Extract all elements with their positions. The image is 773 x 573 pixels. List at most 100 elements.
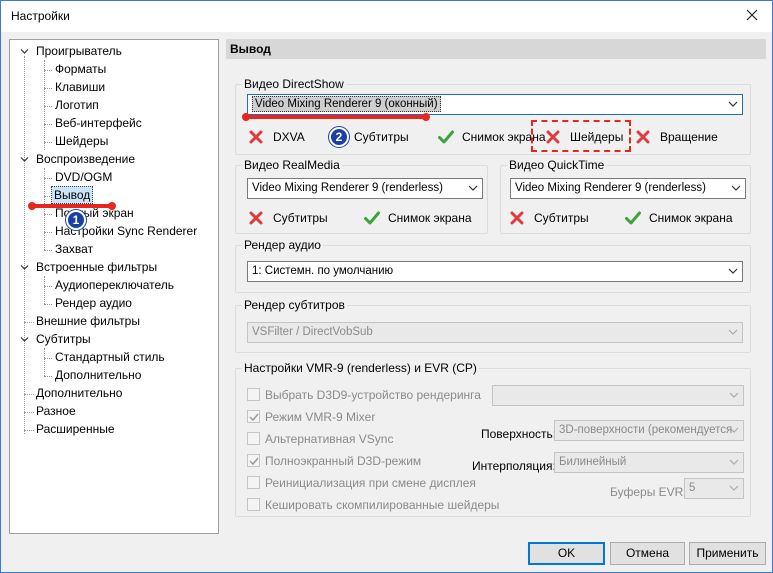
quicktime-renderer-value: Video Mixing Renderer 9 (renderless) [515,182,706,194]
tree-item-web-interface[interactable]: Веб-интерфейс [53,114,144,132]
tree-connector [44,286,52,287]
chevron-down-icon [729,392,739,398]
tree-item-logo[interactable]: Логотип [53,96,101,114]
realmedia-group-label: Видео RealMedia [242,158,342,172]
tree-connector [24,412,34,413]
annotation-badge-1: 1 [66,210,86,230]
directshow-renderer-select[interactable]: Video Mixing Renderer 9 (оконный) [247,94,743,115]
tree-connector [44,88,52,89]
chevron-down-icon[interactable] [20,155,29,164]
chevron-down-icon[interactable] [20,263,29,272]
fullscreen-d3d-label: Полноэкранный D3D-режим [265,454,422,468]
chevron-down-icon [728,329,738,335]
apply-button[interactable]: Применить [689,542,766,565]
tree-item-default-style[interactable]: Стандартный стиль [53,348,167,366]
tree-item-shaders[interactable]: Шейдеры [53,132,110,150]
checkbox-box [247,388,260,401]
chevron-down-icon[interactable] [20,335,29,344]
tree-connector [44,142,52,143]
checkmark-icon [249,413,259,422]
cache-shaders-checkbox[interactable]: Кешировать скомпилированные шейдеры [247,498,499,512]
tree-connector [44,70,52,71]
chevron-down-icon [729,459,739,465]
vmr-settings-group-label: Настройки VMR-9 (renderless) и EVR (CP) [242,361,479,375]
checkbox-box [247,498,260,511]
quicktime-feature-screenshot-label: Снимок экрана [649,211,733,225]
cross-icon [636,130,650,144]
checkbox-box [247,476,260,489]
fullscreen-d3d-checkbox[interactable]: Полноэкранный D3D-режим [247,454,477,468]
tree-item-playback[interactable]: Воспроизведение [34,150,137,168]
tree-item-capture[interactable]: Захват [53,240,95,258]
cross-icon [510,211,524,225]
realmedia-group: Видео RealMedia Video Mixing Renderer 9 … [235,158,488,234]
subtitle-renderer-group-label: Рендер субтитров [242,298,347,312]
tree-item-extended[interactable]: Расширенные [34,420,117,438]
feature-dxva: DXVA [249,129,329,145]
tree-item-audio-renderer[interactable]: Рендер аудио [53,294,134,312]
chevron-down-icon [731,185,741,191]
tree-item-internal-filters[interactable]: Встроенные фильтры [34,258,159,276]
tree-item-dvd-ogm[interactable]: DVD/OGM [53,168,114,186]
annotation-underline-renderer [242,113,430,121]
tree-item-output[interactable]: Вывод [51,186,94,204]
tree-connector [44,214,52,215]
feature-rotation: Вращение [636,129,736,145]
tree-item-subtitles[interactable]: Субтитры [34,330,93,348]
cross-icon [249,211,263,225]
chevron-down-icon [728,268,738,274]
quicktime-group: Видео QuickTime Video Mixing Renderer 9 … [500,158,751,234]
alt-vsync-checkbox[interactable]: Альтернативная VSync [247,432,477,446]
d3d9-device-select[interactable] [492,385,744,406]
vmr9-mixer-checkbox[interactable]: Режим VMR-9 Mixer [247,410,477,424]
tree-item-advanced[interactable]: Дополнительно [34,384,124,402]
quicktime-feature-subtitles: Субтитры [510,210,610,226]
subtitle-renderer-select[interactable]: VSFilter / DirectVobSub [247,322,743,343]
realmedia-feature-screenshot-label: Снимок экрана [388,211,472,225]
quicktime-renderer-select[interactable]: Video Mixing Renderer 9 (renderless) [510,178,746,199]
interpolation-select[interactable]: Билинейный [554,452,744,473]
tree-item-external-filters[interactable]: Внешние фильтры [34,312,142,330]
feature-subtitles-label: Субтитры [354,130,409,144]
tree-item-player[interactable]: Проигрыватель [34,42,124,60]
cancel-button[interactable]: Отмена [610,542,685,565]
tree-connector [24,430,34,431]
window-title: Настройки [11,9,70,23]
settings-window: Настройки Проигрыватель Форматы Клавиши … [0,0,773,573]
tree-connector [44,168,45,250]
tree-item-misc[interactable]: Разное [34,402,78,420]
d3d9-device-checkbox[interactable]: Выбрать D3D9-устройство рендеринга [247,388,481,402]
d3d9-device-label: Выбрать D3D9-устройство рендеринга [265,388,481,402]
realmedia-renderer-value: Video Mixing Renderer 9 (renderless) [252,182,443,194]
annotation-underline-tree [28,202,116,210]
feature-rotation-label: Вращение [660,130,718,144]
checkmark-icon [625,211,641,225]
interpolation-label: Интерполяция: [472,459,556,473]
close-button[interactable] [744,7,760,23]
tree-connector [44,276,45,304]
tree-connector [44,60,45,150]
tree-item-keys[interactable]: Клавиши [53,78,107,96]
realmedia-feature-subtitles-label: Субтитры [273,211,328,225]
chevron-down-icon [728,101,738,107]
panel-header: Вывод [226,39,766,59]
tree-item-subtitles-misc[interactable]: Дополнительно [53,366,143,384]
surface-select[interactable]: 3D-поверхности (рекомендуется [554,420,744,441]
audio-renderer-select[interactable]: 1: Системн. по умолчанию [247,261,743,282]
checkmark-icon [438,130,454,144]
tree-connector [44,358,52,359]
realmedia-renderer-select[interactable]: Video Mixing Renderer 9 (renderless) [247,178,483,199]
ok-button[interactable]: OK [528,542,605,565]
chevron-down-icon [729,427,739,433]
quicktime-feature-subtitles-label: Субтитры [534,211,589,225]
checkmark-icon [249,457,259,466]
chevron-down-icon[interactable] [20,47,29,56]
tree-connector [24,394,34,395]
audio-renderer-group: Рендер аудио 1: Системн. по умолчанию [235,238,751,293]
tree-item-audio-switcher[interactable]: Аудиопереключатель [53,276,176,294]
evr-buffers-select[interactable]: 5 [684,478,744,499]
cache-shaders-label: Кешировать скомпилированные шейдеры [265,498,500,512]
title-bar: Настройки [1,1,772,32]
reinit-display-checkbox[interactable]: Реинициализация при смене дисплея [247,476,487,490]
tree-item-formats[interactable]: Форматы [53,60,108,78]
